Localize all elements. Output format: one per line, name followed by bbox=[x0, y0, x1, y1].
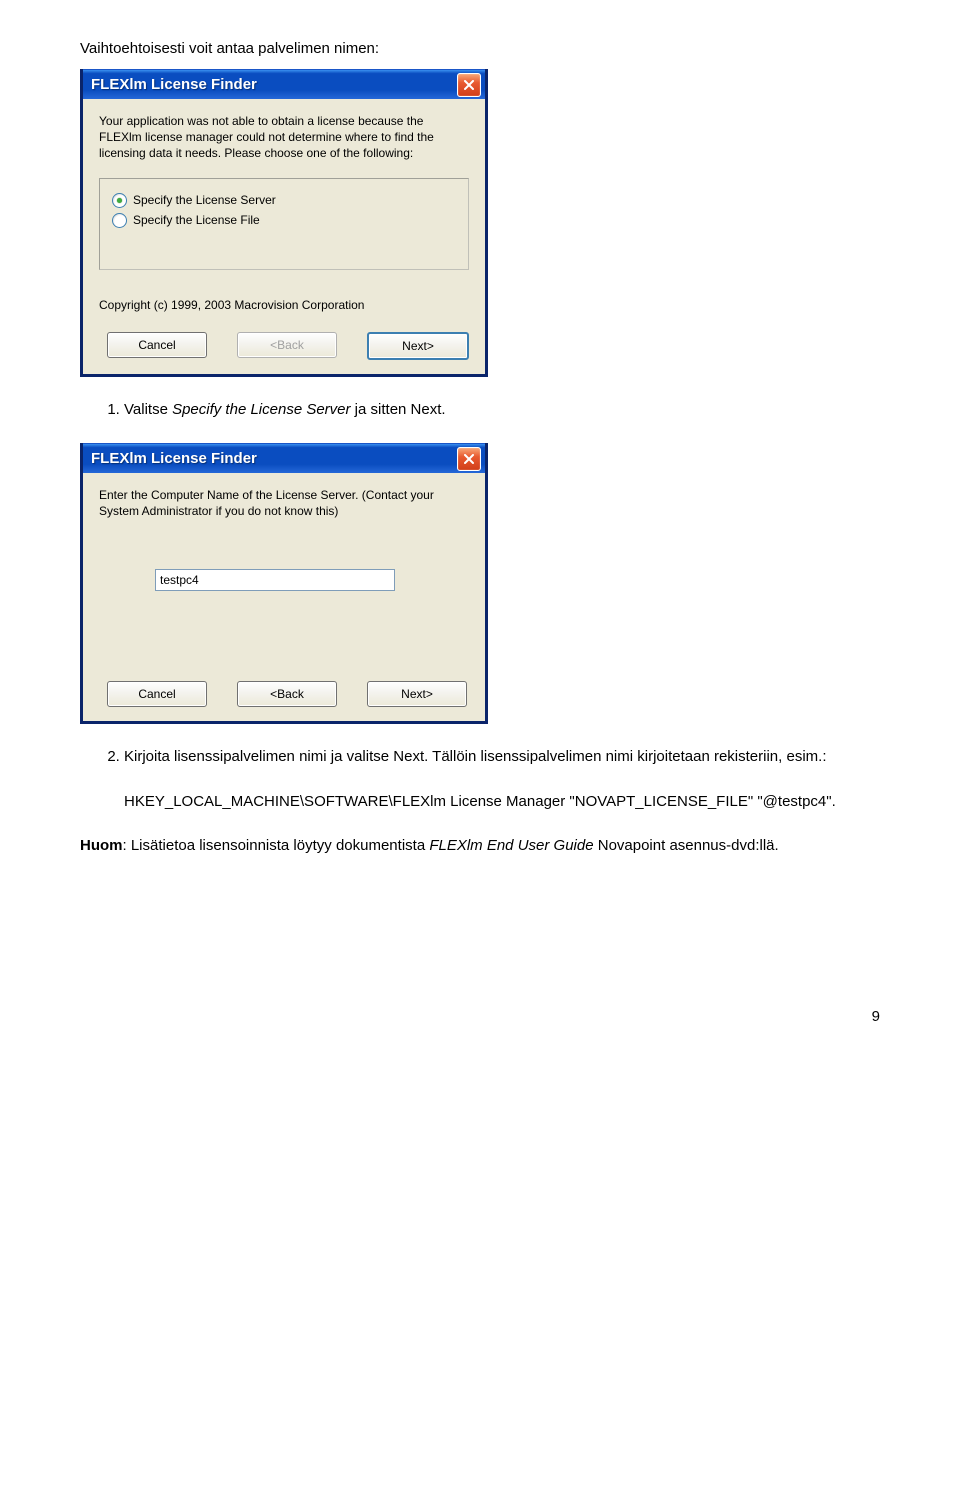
step-2-text: Kirjoita lisenssipalvelimen nimi ja vali… bbox=[124, 748, 826, 765]
step-1-suffix: ja sitten Next. bbox=[351, 401, 446, 418]
dialog-2-body: Enter the Computer Name of the License S… bbox=[83, 473, 485, 721]
final-note: Huom: Lisätietoa lisensoinnista löytyy d… bbox=[80, 835, 880, 858]
radio-icon bbox=[112, 193, 127, 208]
registry-path: HKEY_LOCAL_MACHINE\SOFTWARE\FLEXlm Licen… bbox=[124, 791, 880, 814]
dialog-2-titlebar: FLEXlm License Finder bbox=[83, 443, 485, 473]
server-name-input[interactable] bbox=[155, 569, 395, 591]
next-button[interactable]: Next> bbox=[367, 681, 467, 707]
dialog-2-title: FLEXlm License Finder bbox=[91, 450, 457, 467]
note-bold: Huom bbox=[80, 837, 123, 854]
radio-option-file[interactable]: Specify the License File bbox=[112, 213, 456, 228]
back-button: <Back bbox=[237, 332, 337, 358]
license-finder-dialog-1: FLEXlm License Finder Your application w… bbox=[80, 69, 488, 377]
radio-icon bbox=[112, 213, 127, 228]
dialog-1-buttons: Cancel <Back Next> bbox=[99, 332, 469, 360]
steps-list-2: Kirjoita lisenssipalvelimen nimi ja vali… bbox=[80, 746, 880, 769]
dialog-2-buttons: Cancel <Back Next> bbox=[99, 681, 469, 707]
radio-label-file: Specify the License File bbox=[133, 213, 260, 227]
cancel-button[interactable]: Cancel bbox=[107, 332, 207, 358]
close-icon[interactable] bbox=[457, 73, 481, 97]
step-1-italic: Specify the License Server bbox=[172, 401, 350, 418]
dialog-1-message: Your application was not able to obtain … bbox=[99, 113, 469, 162]
radio-label-server: Specify the License Server bbox=[133, 193, 276, 207]
cancel-button[interactable]: Cancel bbox=[107, 681, 207, 707]
note-italic: FLEXlm End User Guide bbox=[429, 837, 593, 854]
copyright-text: Copyright (c) 1999, 2003 Macrovision Cor… bbox=[99, 298, 469, 312]
note-middle: : Lisätietoa lisensoinnista löytyy dokum… bbox=[123, 837, 430, 854]
next-button[interactable]: Next> bbox=[367, 332, 469, 360]
steps-list-1: Valitse Specify the License Server ja si… bbox=[80, 399, 880, 422]
dialog-2-message: Enter the Computer Name of the License S… bbox=[99, 487, 469, 519]
dialog-1-title: FLEXlm License Finder bbox=[91, 76, 457, 93]
close-icon[interactable] bbox=[457, 447, 481, 471]
intro-text: Vaihtoehtoisesti voit antaa palvelimen n… bbox=[80, 40, 880, 57]
license-finder-dialog-2: FLEXlm License Finder Enter the Computer… bbox=[80, 443, 488, 724]
note-suffix: Novapoint asennus-dvd:llä. bbox=[594, 837, 779, 854]
step-1: Valitse Specify the License Server ja si… bbox=[124, 399, 880, 422]
step-1-prefix: Valitse bbox=[124, 401, 172, 418]
dialog-1-body: Your application was not able to obtain … bbox=[83, 99, 485, 374]
back-button[interactable]: <Back bbox=[237, 681, 337, 707]
page-number: 9 bbox=[80, 1008, 880, 1025]
dialog-1-titlebar: FLEXlm License Finder bbox=[83, 69, 485, 99]
step-2: Kirjoita lisenssipalvelimen nimi ja vali… bbox=[124, 746, 880, 769]
radio-group: Specify the License Server Specify the L… bbox=[99, 178, 469, 270]
radio-option-server[interactable]: Specify the License Server bbox=[112, 193, 456, 208]
